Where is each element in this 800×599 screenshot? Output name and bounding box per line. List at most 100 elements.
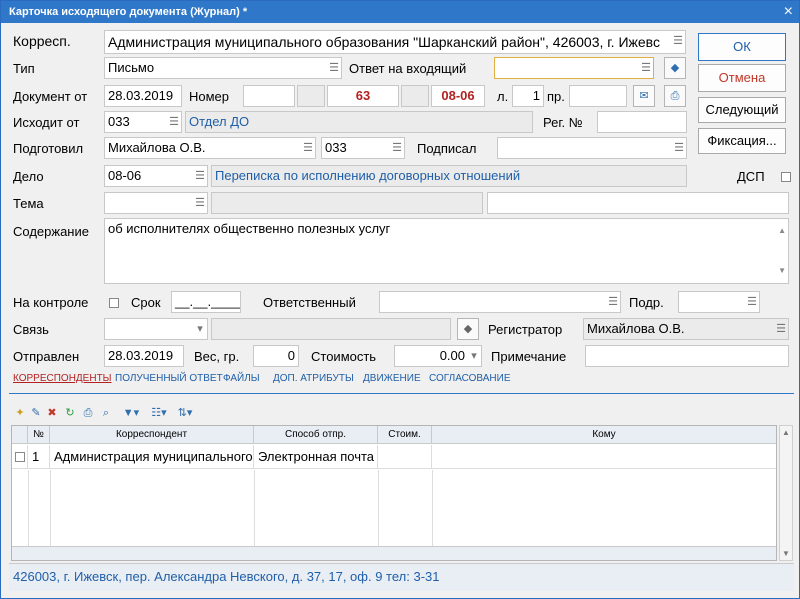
cost-field[interactable]: 0.00 ▾ — [394, 345, 482, 367]
columns-icon[interactable]: ☷▾ — [147, 405, 171, 421]
chevron-down-icon[interactable]: ▾ — [467, 346, 481, 366]
corresp-field[interactable]: Администрация муниципального образования… — [104, 30, 686, 54]
control-checkbox[interactable] — [109, 298, 119, 308]
dropdown-icon[interactable]: ☰ — [606, 292, 620, 312]
corresp-label: Корресп. — [13, 33, 71, 49]
dropdown-icon[interactable]: ☰ — [671, 31, 685, 51]
term-label: Срок — [131, 295, 161, 310]
dropdown-icon[interactable]: ☰ — [639, 58, 653, 78]
grid-header-cost[interactable]: Стоим. — [378, 426, 432, 444]
scroll-down-icon[interactable]: ▼ — [778, 261, 786, 281]
stamp-icon[interactable]: ✉ — [633, 85, 655, 107]
scanner-icon[interactable]: ⎙ — [664, 85, 686, 107]
prepared-name-field[interactable]: Михайлова О.В. ☰ — [104, 137, 316, 159]
filter-icon[interactable]: ▼▾ — [119, 405, 143, 421]
responsible-field[interactable]: ☰ — [379, 291, 621, 313]
fix-button[interactable]: Фиксация... — [698, 128, 786, 154]
theme-name-field — [211, 192, 483, 214]
document-card-window: Карточка исходящего документа (Журнал) *… — [0, 0, 800, 599]
ok-button[interactable]: ОК — [698, 33, 786, 61]
link-type-field[interactable]: ▾ — [104, 318, 208, 340]
tab-received-answer[interactable]: ПОЛУЧЕННЫЙ ОТВЕТ — [115, 373, 223, 384]
dropdown-icon[interactable]: ☰ — [672, 138, 686, 158]
number-field[interactable]: 63 — [327, 85, 399, 107]
cancel-button[interactable]: Отмена — [698, 64, 786, 92]
delete-icon[interactable]: ✖ — [45, 405, 59, 421]
dept-label: Подр. — [629, 295, 664, 310]
row-select[interactable] — [12, 445, 28, 469]
number-label: Номер — [189, 89, 230, 104]
signed-field[interactable]: ☰ — [497, 137, 687, 159]
cost-value: 0.00 — [439, 348, 465, 363]
new-icon[interactable]: ✦ — [13, 405, 27, 421]
tab-movement[interactable]: ДВИЖЕНИЕ — [363, 373, 421, 384]
search-icon[interactable]: ⌕ — [99, 405, 113, 421]
prepared-code-field[interactable]: 033 ☰ — [321, 137, 405, 159]
number-suffix-field[interactable]: 08-06 — [431, 85, 485, 107]
tab-correspondents[interactable]: КОРРЕСПОНДЕНТЫ — [13, 373, 112, 384]
title-bar: Карточка исходящего документа (Журнал) *… — [1, 1, 799, 23]
grid-header-to[interactable]: Кому — [432, 426, 776, 444]
number-prefix-field[interactable] — [243, 85, 295, 107]
theme-code-field[interactable]: ☰ — [104, 192, 208, 214]
dropdown-icon[interactable]: ☰ — [390, 138, 404, 158]
chevron-down-icon[interactable]: ▾ — [193, 319, 207, 339]
close-icon[interactable]: × — [784, 3, 793, 21]
scroll-up-icon[interactable]: ▲ — [778, 221, 786, 241]
issued-name-field: Отдел ДО — [185, 111, 533, 133]
reply-field[interactable]: ☰ — [494, 57, 654, 79]
grid-footer — [12, 546, 776, 560]
case-code: 08-06 — [108, 168, 142, 183]
weight-label: Вес, гр. — [194, 349, 240, 364]
prepared-label: Подготовил — [13, 141, 84, 156]
refresh-icon[interactable]: ↻ — [63, 405, 77, 421]
print-icon[interactable]: ⎙ — [81, 405, 95, 421]
eraser-icon[interactable]: ◆ — [664, 57, 686, 79]
sent-label: Отправлен — [13, 349, 80, 364]
grid-header-method[interactable]: Способ отпр. — [254, 426, 378, 444]
weight-field[interactable]: 0 — [253, 345, 299, 367]
grid-scrollbar[interactable]: ▲ ▼ — [779, 425, 793, 561]
dropdown-icon[interactable]: ☰ — [327, 58, 341, 78]
window-title: Карточка исходящего документа (Журнал) * — [9, 6, 248, 18]
sent-date-field[interactable]: 28.03.2019 — [104, 345, 184, 367]
case-code-field[interactable]: 08-06 ☰ — [104, 165, 208, 187]
tab-files[interactable]: ФАЙЛЫ — [223, 373, 260, 384]
edit-icon[interactable]: ✎ — [29, 405, 43, 421]
dropdown-icon[interactable]: ☰ — [301, 138, 315, 158]
type-field[interactable]: Письмо ☰ — [104, 57, 342, 79]
table-row[interactable]: 1 Администрация муниципального Электронн… — [12, 445, 776, 469]
reg-number-field[interactable] — [597, 111, 687, 133]
next-button[interactable]: Следующий — [698, 97, 786, 123]
theme-label: Тема — [13, 196, 44, 211]
attachments-field[interactable] — [569, 85, 627, 107]
dept-field[interactable]: ☰ — [678, 291, 760, 313]
sort-icon[interactable]: ⇅▾ — [173, 405, 197, 421]
correspondents-grid: № Корреспондент Способ отпр. Стоим. Кому… — [11, 425, 777, 561]
issued-label: Исходит от — [13, 115, 80, 130]
address-status-bar: 426003, г. Ижевск, пер. Александра Невск… — [9, 563, 794, 591]
scroll-up-icon[interactable]: ▲ — [780, 428, 792, 437]
dropdown-icon[interactable]: ☰ — [745, 292, 759, 312]
tab-extra-attributes[interactable]: ДОП. АТРИБУТЫ — [273, 373, 354, 384]
dropdown-icon[interactable]: ☰ — [774, 319, 788, 339]
note-field[interactable] — [585, 345, 789, 367]
term-field[interactable]: __.__.____ — [171, 291, 241, 313]
content-field[interactable]: об исполнителях общественно полезных усл… — [104, 218, 789, 284]
grid-header-num[interactable]: № — [28, 426, 50, 444]
grid-header: № Корреспондент Способ отпр. Стоим. Кому — [12, 426, 776, 444]
theme-extra-field[interactable] — [487, 192, 789, 214]
row-method: Электронная почта — [254, 445, 378, 469]
grid-header-correspondent[interactable]: Корреспондент — [50, 426, 254, 444]
dsp-checkbox[interactable] — [781, 172, 791, 182]
eraser-icon[interactable]: ◆ — [457, 318, 479, 340]
sheets-field[interactable]: 1 — [512, 85, 544, 107]
issued-code: 033 — [108, 114, 130, 129]
tab-approval[interactable]: СОГЛАСОВАНИЕ — [429, 373, 511, 384]
dropdown-icon[interactable]: ☰ — [193, 166, 207, 186]
dropdown-icon[interactable]: ☰ — [193, 193, 207, 213]
issued-code-field[interactable]: 033 ☰ — [104, 111, 182, 133]
dropdown-icon[interactable]: ☰ — [167, 112, 181, 132]
doc-date-field[interactable]: 28.03.2019 — [104, 85, 182, 107]
scroll-down-icon[interactable]: ▼ — [780, 549, 792, 558]
